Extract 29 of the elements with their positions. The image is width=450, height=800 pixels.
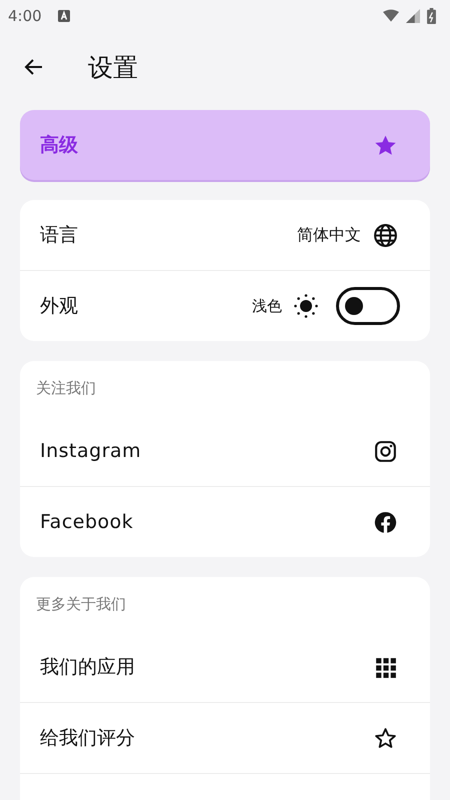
star-icon bbox=[373, 726, 398, 750]
link-row[interactable]: 我们的应用 bbox=[20, 632, 430, 702]
premium-card[interactable]: 高级 bbox=[20, 110, 430, 180]
globe-icon bbox=[373, 222, 398, 248]
notification-icon bbox=[58, 10, 70, 22]
wifi-icon bbox=[383, 9, 399, 23]
page-title: 设置 bbox=[88, 52, 138, 84]
signal-icon bbox=[405, 9, 421, 23]
row-label: Instagram bbox=[40, 440, 142, 462]
settings-row[interactable]: 语言 简体中文 bbox=[20, 200, 430, 270]
row-label: 给我们评分 bbox=[40, 726, 135, 751]
instagram-icon bbox=[373, 438, 398, 464]
row-label: 语言 bbox=[40, 223, 78, 248]
link-row[interactable]: 给我们评分 bbox=[20, 702, 430, 773]
sun-icon bbox=[294, 294, 318, 318]
settings-row[interactable]: 外观 浅色 bbox=[20, 270, 430, 341]
status-time: 4:00 bbox=[8, 7, 42, 25]
row-value: 浅色 bbox=[252, 296, 282, 316]
row-label: 我们的应用 bbox=[40, 655, 135, 680]
battery-icon bbox=[427, 8, 436, 24]
toggle-switch[interactable] bbox=[336, 287, 400, 325]
section-heading: 更多关于我们 bbox=[35, 594, 127, 615]
row-label: 外观 bbox=[40, 294, 78, 319]
row-label: Facebook bbox=[40, 511, 134, 533]
row-value: 简体中文 bbox=[297, 224, 361, 246]
link-row[interactable]: Facebook bbox=[20, 486, 430, 557]
section-heading: 关注我们 bbox=[35, 378, 97, 399]
link-row[interactable]: Instagram bbox=[20, 416, 430, 486]
facebook-icon bbox=[373, 510, 398, 534]
